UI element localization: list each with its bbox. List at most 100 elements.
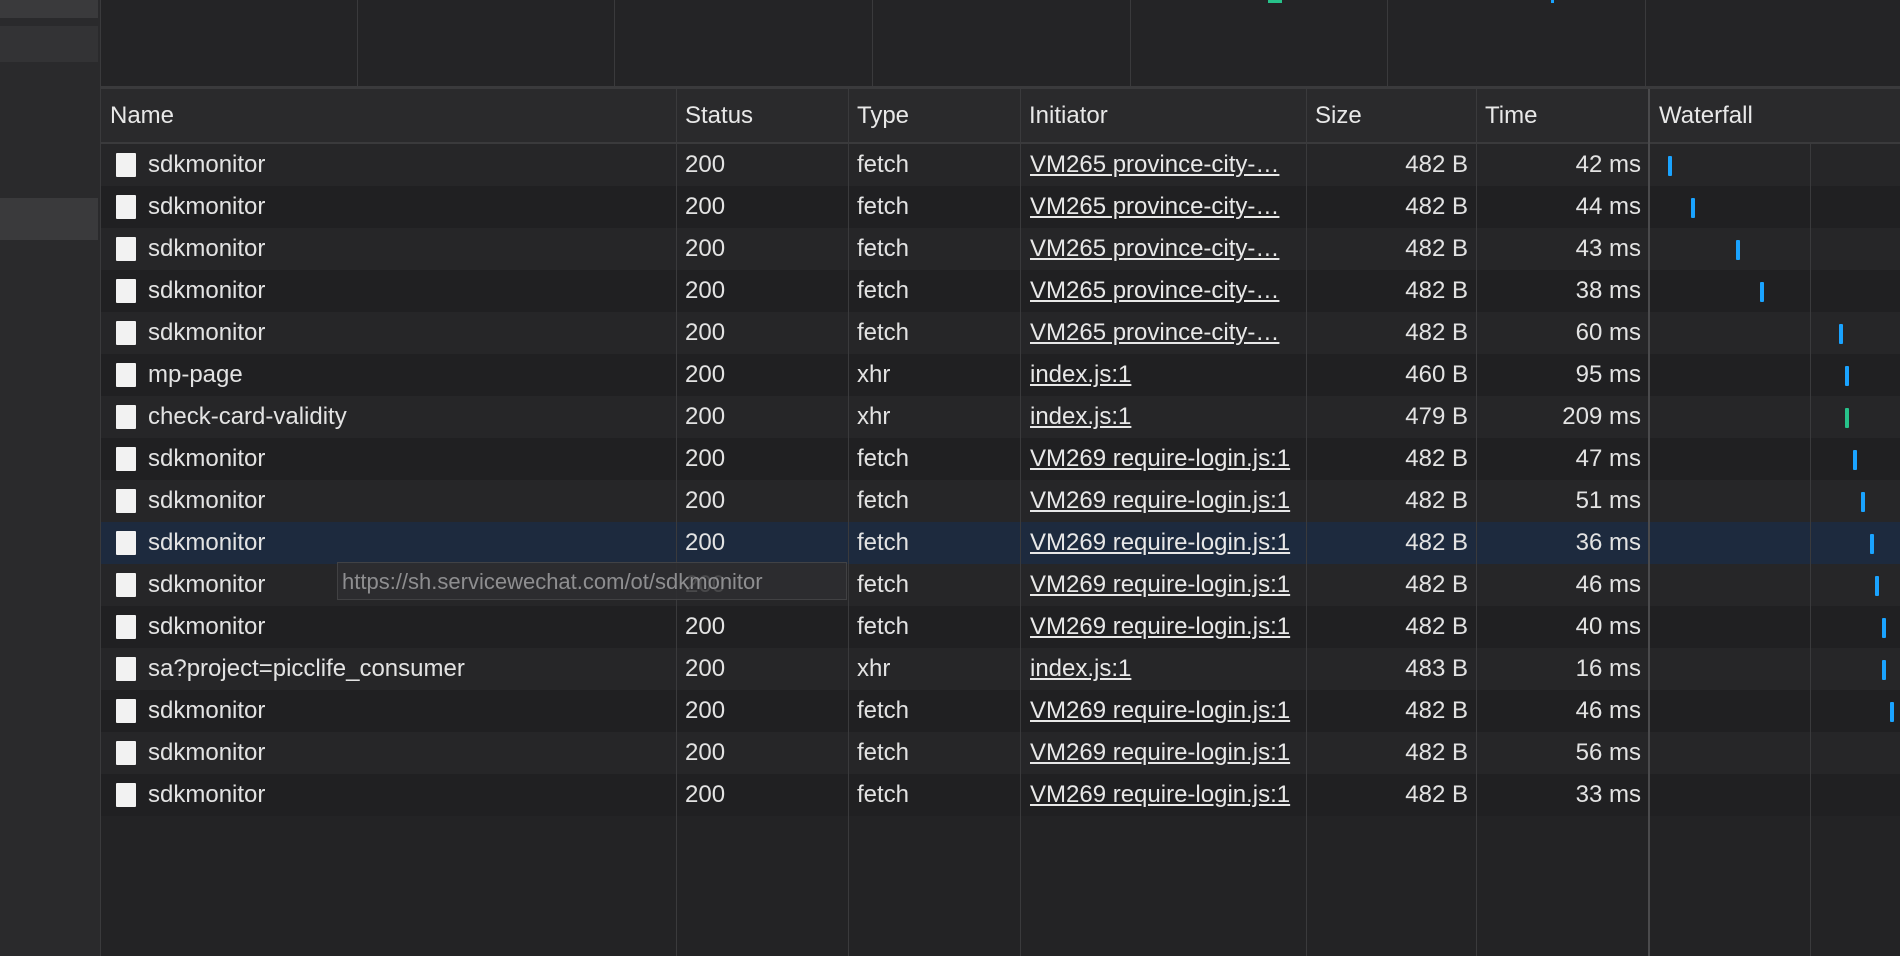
column-header-waterfall[interactable]: Waterfall	[1650, 89, 1900, 142]
request-type: fetch	[857, 277, 910, 304]
request-initiator-link[interactable]: VM269 require-login.js:1	[1030, 522, 1302, 564]
request-initiator-link[interactable]: VM269 require-login.js:1	[1030, 480, 1302, 522]
request-time: 60 ms	[1575, 319, 1641, 346]
column-divider[interactable]	[1020, 89, 1021, 956]
column-header-name[interactable]: Name	[101, 89, 676, 142]
request-type: fetch	[857, 487, 910, 514]
waterfall-bar	[1875, 576, 1879, 596]
overview-divider	[1130, 0, 1131, 86]
table-row[interactable]: sdkmonitor 200 fetch VM269 require-login.js…	[101, 480, 1900, 522]
request-initiator-link[interactable]: index.js:1	[1030, 648, 1302, 690]
table-row[interactable]: sdkmonitor 200 fetch VM265 province-city-… 4…	[101, 186, 1900, 228]
column-header-time[interactable]: Time	[1476, 89, 1648, 142]
request-type: fetch	[857, 445, 910, 472]
request-name: sdkmonitor	[148, 151, 266, 178]
network-requests-table: Name Status Type Initiator Size Time Wat…	[101, 89, 1900, 956]
request-type: fetch	[857, 613, 910, 640]
request-name: sdkmonitor	[148, 739, 266, 766]
document-icon	[116, 237, 136, 261]
table-row[interactable]: sdkmonitor 200 fetch VM269 require-login.js…	[101, 690, 1900, 732]
column-divider[interactable]	[1476, 89, 1477, 956]
waterfall-bar	[1845, 408, 1849, 428]
table-row[interactable]: sdkmonitor 200 fetch VM265 province-city-… 4…	[101, 312, 1900, 354]
overview-divider	[1645, 0, 1646, 86]
request-size: 479 B	[1405, 403, 1468, 430]
waterfall-bar	[1882, 618, 1886, 638]
table-row[interactable]: sdkmonitor 200 fetch VM269 require-login.js…	[101, 774, 1900, 816]
document-icon	[116, 153, 136, 177]
request-status: 200	[685, 235, 726, 262]
request-time: 38 ms	[1575, 277, 1641, 304]
request-type: fetch	[857, 529, 910, 556]
table-row[interactable]: sa?project=picclife_consumer 200 xhr index.…	[101, 648, 1900, 690]
request-time: 33 ms	[1575, 781, 1641, 808]
request-status: 200	[685, 529, 726, 556]
table-row[interactable]: sdkmonitor 200 fetch VM265 province-city-… 4…	[101, 228, 1900, 270]
request-initiator-link[interactable]: VM269 require-login.js:1	[1030, 732, 1302, 774]
table-header: Name Status Type Initiator Size Time Wat…	[101, 89, 1900, 144]
waterfall-bar	[1736, 240, 1740, 260]
request-name: sdkmonitor	[148, 445, 266, 472]
document-icon	[116, 657, 136, 681]
waterfall-bar	[1853, 450, 1857, 470]
request-initiator-link[interactable]: VM269 require-login.js:1	[1030, 564, 1302, 606]
request-status: 200	[685, 655, 726, 682]
request-status: 200	[685, 277, 726, 304]
column-divider[interactable]	[676, 89, 677, 956]
request-size: 482 B	[1405, 739, 1468, 766]
request-status: 200	[685, 361, 726, 388]
request-initiator-link[interactable]: VM269 require-login.js:1	[1030, 438, 1302, 480]
table-row[interactable]: sdkmonitor 200 fetch VM265 province-city-… 4…	[101, 270, 1900, 312]
request-initiator-link[interactable]: VM265 province-city-…	[1030, 312, 1302, 354]
request-type: fetch	[857, 193, 910, 220]
request-name: sdkmonitor	[148, 319, 266, 346]
overview-divider	[1387, 0, 1388, 86]
request-initiator-link[interactable]: VM269 require-login.js:1	[1030, 606, 1302, 648]
column-divider[interactable]	[1306, 89, 1307, 956]
request-size: 482 B	[1405, 487, 1468, 514]
column-header-type[interactable]: Type	[848, 89, 1020, 142]
table-row[interactable]: sdkmonitor 200 fetch VM269 require-login.js…	[101, 522, 1900, 564]
waterfall-bar	[1839, 324, 1843, 344]
document-icon	[116, 279, 136, 303]
table-row[interactable]: mp-page 200 xhr index.js:1 460 B 95 ms	[101, 354, 1900, 396]
table-row[interactable]: sdkmonitor 200 fetch VM269 require-login.js…	[101, 732, 1900, 774]
sidebar-band-selected[interactable]	[0, 198, 98, 240]
request-size: 482 B	[1405, 151, 1468, 178]
request-type: fetch	[857, 781, 910, 808]
network-overview-timeline[interactable]	[101, 0, 1900, 89]
request-name: sdkmonitor	[148, 235, 266, 262]
waterfall-divider[interactable]	[1648, 89, 1650, 956]
request-size: 482 B	[1405, 319, 1468, 346]
waterfall-bar	[1890, 702, 1894, 722]
table-row[interactable]: sdkmonitor 200 fetch VM269 require-login.js…	[101, 438, 1900, 480]
request-initiator-link[interactable]: VM265 province-city-…	[1030, 270, 1302, 312]
table-row[interactable]: check-card-validity 200 xhr index.js:1 479 B…	[101, 396, 1900, 438]
column-header-size[interactable]: Size	[1306, 89, 1476, 142]
column-header-status[interactable]: Status	[676, 89, 848, 142]
table-row[interactable]: sdkmonitor 200 fetch VM269 require-login.js…	[101, 606, 1900, 648]
table-row[interactable]: sdkmonitor 200 fetch VM265 province-city-… 4…	[101, 144, 1900, 186]
request-name: sdkmonitor	[148, 613, 266, 640]
request-initiator-link[interactable]: VM265 province-city-…	[1030, 228, 1302, 270]
request-name: sdkmonitor	[148, 781, 266, 808]
request-initiator-link[interactable]: index.js:1	[1030, 396, 1302, 438]
request-initiator-link[interactable]: VM265 province-city-…	[1030, 144, 1302, 186]
document-icon	[116, 447, 136, 471]
request-name: sdkmonitor	[148, 193, 266, 220]
request-initiator-link[interactable]: VM269 require-login.js:1	[1030, 774, 1302, 816]
document-icon	[116, 363, 136, 387]
request-time: 36 ms	[1575, 529, 1641, 556]
request-time: 51 ms	[1575, 487, 1641, 514]
request-status: 200	[685, 487, 726, 514]
request-type: fetch	[857, 697, 910, 724]
sidebar-band	[0, 26, 98, 62]
document-icon	[116, 405, 136, 429]
request-initiator-link[interactable]: VM269 require-login.js:1	[1030, 690, 1302, 732]
column-header-initiator[interactable]: Initiator	[1020, 89, 1306, 142]
waterfall-bar	[1882, 660, 1886, 680]
column-divider[interactable]	[848, 89, 849, 956]
document-icon	[116, 321, 136, 345]
request-initiator-link[interactable]: VM265 province-city-…	[1030, 186, 1302, 228]
request-initiator-link[interactable]: index.js:1	[1030, 354, 1302, 396]
